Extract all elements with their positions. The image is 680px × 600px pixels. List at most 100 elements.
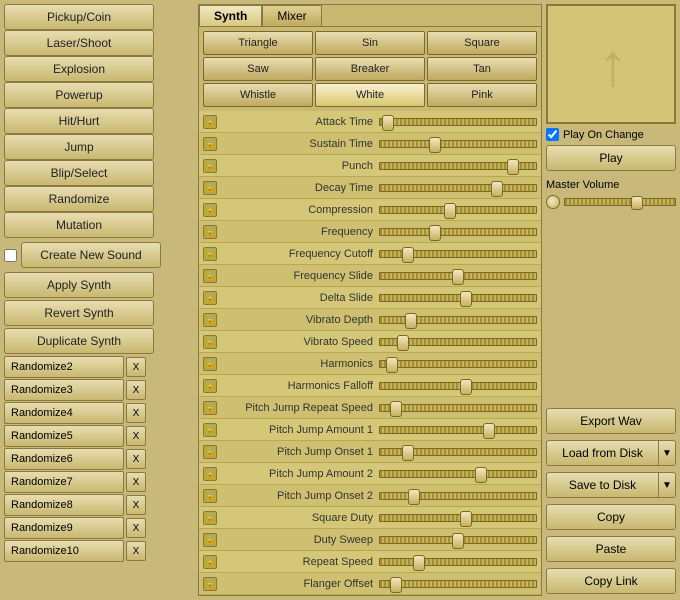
randomize-label-3[interactable]: Randomize5 [4, 425, 124, 447]
lock-icon-11[interactable]: 🔒 [203, 357, 217, 371]
revert-synth-button[interactable]: Revert Synth [4, 300, 154, 326]
slider-track-18[interactable] [379, 514, 537, 522]
lock-icon-5[interactable]: 🔒 [203, 225, 217, 239]
slider-thumb-2[interactable] [507, 159, 519, 175]
slider-track-15[interactable] [379, 448, 537, 456]
lock-icon-12[interactable]: 🔒 [203, 379, 217, 393]
wave-btn-sin[interactable]: Sin [315, 31, 425, 55]
slider-thumb-12[interactable] [460, 379, 472, 395]
slider-track-13[interactable] [379, 404, 537, 412]
slider-track-19[interactable] [379, 536, 537, 544]
randomize-x-5[interactable]: X [126, 472, 146, 492]
lock-icon-6[interactable]: 🔒 [203, 247, 217, 261]
wave-btn-triangle[interactable]: Triangle [203, 31, 313, 55]
randomize-label-6[interactable]: Randomize8 [4, 494, 124, 516]
slider-track-4[interactable] [379, 206, 537, 214]
lock-icon-20[interactable]: 🔒 [203, 555, 217, 569]
randomize-label-8[interactable]: Randomize10 [4, 540, 124, 562]
randomize-label-5[interactable]: Randomize7 [4, 471, 124, 493]
save-to-disk-arrow[interactable]: ▼ [658, 472, 676, 498]
slider-thumb-4[interactable] [444, 203, 456, 219]
sound-button-5[interactable]: Jump [4, 134, 154, 160]
slider-track-5[interactable] [379, 228, 537, 236]
slider-track-8[interactable] [379, 294, 537, 302]
randomize-label-7[interactable]: Randomize9 [4, 517, 124, 539]
slider-track-3[interactable] [379, 184, 537, 192]
volume-knob[interactable] [546, 195, 560, 209]
randomize-label-4[interactable]: Randomize6 [4, 448, 124, 470]
lock-icon-7[interactable]: 🔒 [203, 269, 217, 283]
play-on-change-checkbox[interactable] [546, 128, 559, 141]
randomize-label-0[interactable]: Randomize2 [4, 356, 124, 378]
lock-icon-13[interactable]: 🔒 [203, 401, 217, 415]
slider-track-17[interactable] [379, 492, 537, 500]
wave-btn-breaker[interactable]: Breaker [315, 57, 425, 81]
lock-icon-17[interactable]: 🔒 [203, 489, 217, 503]
wave-btn-whistle[interactable]: Whistle [203, 83, 313, 107]
lock-icon-2[interactable]: 🔒 [203, 159, 217, 173]
lock-icon-0[interactable]: 🔒 [203, 115, 217, 129]
slider-thumb-19[interactable] [452, 533, 464, 549]
slider-thumb-15[interactable] [402, 445, 414, 461]
lock-icon-21[interactable]: 🔒 [203, 577, 217, 591]
slider-thumb-18[interactable] [460, 511, 472, 527]
slider-thumb-16[interactable] [475, 467, 487, 483]
randomize-label-1[interactable]: Randomize3 [4, 379, 124, 401]
lock-icon-8[interactable]: 🔒 [203, 291, 217, 305]
slider-track-12[interactable] [379, 382, 537, 390]
slider-track-11[interactable] [379, 360, 537, 368]
sound-button-8[interactable]: Mutation [4, 212, 154, 238]
randomize-x-6[interactable]: X [126, 495, 146, 515]
sound-button-3[interactable]: Powerup [4, 82, 154, 108]
slider-track-1[interactable] [379, 140, 537, 148]
slider-thumb-6[interactable] [402, 247, 414, 263]
slider-thumb-5[interactable] [429, 225, 441, 241]
slider-thumb-13[interactable] [390, 401, 402, 417]
save-to-disk-button[interactable]: Save to Disk [546, 472, 658, 498]
slider-thumb-8[interactable] [460, 291, 472, 307]
create-new-sound-button[interactable]: Create New Sound [21, 242, 161, 268]
sound-button-4[interactable]: Hit/Hurt [4, 108, 154, 134]
sound-button-7[interactable]: Randomize [4, 186, 154, 212]
load-from-disk-arrow[interactable]: ▼ [658, 440, 676, 466]
slider-thumb-0[interactable] [382, 115, 394, 131]
load-from-disk-button[interactable]: Load from Disk [546, 440, 658, 466]
create-new-sound-checkbox[interactable] [4, 249, 17, 262]
slider-track-7[interactable] [379, 272, 537, 280]
slider-thumb-3[interactable] [491, 181, 503, 197]
sound-button-1[interactable]: Laser/Shoot [4, 30, 154, 56]
copy-button[interactable]: Copy [546, 504, 676, 530]
slider-track-16[interactable] [379, 470, 537, 478]
play-button[interactable]: Play [546, 145, 676, 171]
wave-btn-tan[interactable]: Tan [427, 57, 537, 81]
sound-button-2[interactable]: Explosion [4, 56, 154, 82]
lock-icon-1[interactable]: 🔒 [203, 137, 217, 151]
randomize-x-0[interactable]: X [126, 357, 146, 377]
lock-icon-16[interactable]: 🔒 [203, 467, 217, 481]
lock-icon-10[interactable]: 🔒 [203, 335, 217, 349]
slider-thumb-17[interactable] [408, 489, 420, 505]
sound-button-6[interactable]: Blip/Select [4, 160, 154, 186]
wave-btn-pink[interactable]: Pink [427, 83, 537, 107]
export-wav-button[interactable]: Export Wav [546, 408, 676, 434]
randomize-label-2[interactable]: Randomize4 [4, 402, 124, 424]
randomize-x-8[interactable]: X [126, 541, 146, 561]
randomize-x-3[interactable]: X [126, 426, 146, 446]
slider-thumb-1[interactable] [429, 137, 441, 153]
slider-thumb-10[interactable] [397, 335, 409, 351]
duplicate-synth-button[interactable]: Duplicate Synth [4, 328, 154, 354]
slider-track-20[interactable] [379, 558, 537, 566]
slider-thumb-9[interactable] [405, 313, 417, 329]
slider-thumb-20[interactable] [413, 555, 425, 571]
slider-thumb-14[interactable] [483, 423, 495, 439]
lock-icon-9[interactable]: 🔒 [203, 313, 217, 327]
slider-track-0[interactable] [379, 118, 537, 126]
slider-track-6[interactable] [379, 250, 537, 258]
slider-track-21[interactable] [379, 580, 537, 588]
slider-track-10[interactable] [379, 338, 537, 346]
randomize-x-7[interactable]: X [126, 518, 146, 538]
wave-btn-white[interactable]: White [315, 83, 425, 107]
lock-icon-14[interactable]: 🔒 [203, 423, 217, 437]
paste-button[interactable]: Paste [546, 536, 676, 562]
sound-button-0[interactable]: Pickup/Coin [4, 4, 154, 30]
